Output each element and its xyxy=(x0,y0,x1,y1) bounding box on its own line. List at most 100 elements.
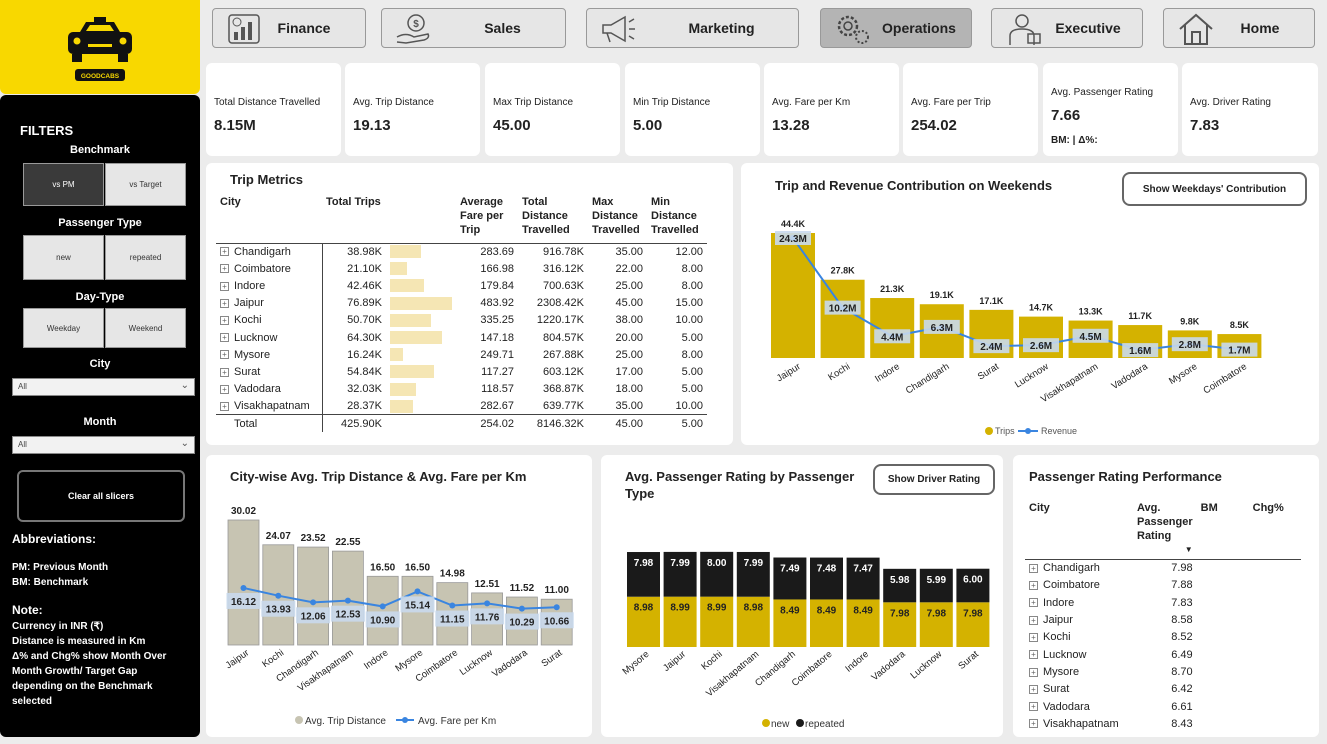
distance-bar-label: 16.50 xyxy=(405,562,430,573)
col-header[interactable]: City xyxy=(216,193,322,243)
city-name: Kochi xyxy=(234,314,262,327)
table-row[interactable]: + Indore 42.46K 179.84 700.63K 25.00 8.00 xyxy=(216,277,707,295)
table-row[interactable]: + Lucknow 6.49 xyxy=(1025,646,1301,663)
table-row[interactable]: + Kochi 50.70K 335.25 1220.17K 38.00 10.0… xyxy=(216,311,707,329)
day-type-weekend-button[interactable]: Weekend xyxy=(105,308,186,348)
table-row[interactable]: + Kochi 8.52 xyxy=(1025,629,1301,646)
expand-icon[interactable]: + xyxy=(220,333,229,343)
expand-icon[interactable]: + xyxy=(1029,719,1038,729)
nav-sales-label: Sales xyxy=(484,20,521,36)
distance-bar[interactable] xyxy=(366,575,399,646)
fare-point[interactable] xyxy=(449,602,456,609)
table-row[interactable]: + Indore 7.83 xyxy=(1025,594,1301,611)
max-cell: 45.00 xyxy=(615,297,643,310)
kpi-card: Avg. Trip Distance 19.13 xyxy=(345,63,480,156)
day-type-weekday-button[interactable]: Weekday xyxy=(23,308,104,348)
weekend-chart: 44.4K Jaipur 27.8K Kochi 21.3K Indore 19.1K Cha… xyxy=(771,219,1262,436)
fare-point[interactable] xyxy=(240,584,247,591)
benchmark-vs-pm-button[interactable]: vs PM xyxy=(23,163,104,206)
expand-icon[interactable]: + xyxy=(1029,598,1038,608)
expand-icon[interactable]: + xyxy=(220,401,229,411)
expand-icon[interactable]: + xyxy=(220,264,229,274)
table-row[interactable]: + Mysore 8.70 xyxy=(1025,663,1301,680)
city-cell: + Kochi xyxy=(1025,629,1133,646)
expand-icon[interactable]: + xyxy=(220,247,229,257)
col-header[interactable]: BM xyxy=(1197,499,1249,560)
col-header[interactable]: Total Distance Travelled xyxy=(518,193,588,243)
trips-bar-cell xyxy=(386,277,456,294)
nav-sales[interactable]: $ Sales xyxy=(381,8,566,48)
col-header[interactable]: Max Distance Travelled xyxy=(588,193,647,243)
rating-cell: 7.88 xyxy=(1171,579,1193,592)
clear-all-slicers-button[interactable]: Clear all slicers xyxy=(17,470,185,522)
trips-bar[interactable] xyxy=(771,233,815,358)
city-cell: + Jaipur xyxy=(1025,611,1133,628)
fare-point[interactable] xyxy=(518,605,525,612)
table-row[interactable]: + Surat 6.42 xyxy=(1025,681,1301,698)
new-rating-label: 7.98 xyxy=(927,608,947,619)
expand-icon[interactable]: + xyxy=(1029,581,1038,591)
col-header[interactable]: Chg% xyxy=(1249,499,1301,560)
table-row[interactable]: + Chandigarh 38.98K 283.69 916.78K 35.00 … xyxy=(216,243,707,261)
trips-bar-cell xyxy=(386,260,456,277)
fare-point[interactable] xyxy=(553,604,560,611)
nav-finance[interactable]: Finance xyxy=(212,8,366,48)
expand-icon[interactable]: + xyxy=(220,315,229,325)
fare-point[interactable] xyxy=(414,588,421,595)
col-header[interactable]: Min Distance Travelled xyxy=(647,193,707,243)
table-row[interactable]: + Visakhapatnam 8.43 xyxy=(1025,715,1301,732)
passenger-type-new-button[interactable]: new xyxy=(23,235,104,280)
fare-point[interactable] xyxy=(344,597,351,604)
expand-icon[interactable]: + xyxy=(220,384,229,394)
expand-icon[interactable]: + xyxy=(220,298,229,308)
expand-icon[interactable]: + xyxy=(1029,702,1038,712)
rating-cell: 8.43 xyxy=(1171,717,1193,730)
expand-icon[interactable]: + xyxy=(1029,563,1038,573)
nav-home[interactable]: Home xyxy=(1163,8,1315,48)
expand-icon[interactable]: + xyxy=(1029,632,1038,642)
nav-executive[interactable]: Executive xyxy=(991,8,1143,48)
col-header[interactable]: Total Trips xyxy=(322,193,456,243)
table-row[interactable]: + Lucknow 64.30K 147.18 804.57K 20.00 5.0… xyxy=(216,328,707,347)
distance-bar[interactable] xyxy=(297,546,329,646)
distance-bar-label: 24.07 xyxy=(266,531,291,542)
nav-operations[interactable]: Operations xyxy=(820,8,972,48)
expand-icon[interactable]: + xyxy=(220,281,229,291)
table-row[interactable]: + Coimbatore 7.88 xyxy=(1025,577,1301,594)
col-header[interactable]: City xyxy=(1025,499,1133,560)
table-row[interactable]: + Visakhapatnam 28.37K 282.67 639.77K 35.… xyxy=(216,397,707,415)
table-row[interactable]: + Coimbatore 21.10K 166.98 316.12K 22.00 … xyxy=(216,260,707,278)
min-cell: 10.00 xyxy=(675,400,703,413)
trips-bar[interactable] xyxy=(820,279,865,358)
col-header-sorted[interactable]: Avg. Passenger Rating ▼ xyxy=(1133,499,1197,560)
distance-cell: 316.12K xyxy=(543,262,584,275)
city-cell: + Kochi xyxy=(216,312,322,329)
table-row[interactable]: + Surat 54.84K 117.27 603.12K 17.00 5.00 xyxy=(216,363,707,381)
benchmark-vs-target-button[interactable]: vs Target xyxy=(105,163,186,206)
month-dropdown[interactable]: All ⌄ xyxy=(12,436,195,454)
table-row[interactable]: + Jaipur 76.89K 483.92 2308.42K 45.00 15.… xyxy=(216,294,707,312)
expand-icon[interactable]: + xyxy=(1029,667,1038,677)
nav-marketing[interactable]: Marketing xyxy=(586,8,799,48)
expand-icon[interactable]: + xyxy=(220,350,229,360)
note-line: depending on the Benchmark xyxy=(12,681,153,692)
passenger-type-repeated-button[interactable]: repeated xyxy=(105,235,186,280)
table-row[interactable]: + Vadodara 6.61 xyxy=(1025,698,1301,715)
table-row[interactable]: + Jaipur 8.58 xyxy=(1025,611,1301,628)
table-row[interactable]: + Mysore 16.24K 249.71 267.88K 25.00 8.00 xyxy=(216,346,707,364)
expand-icon[interactable]: + xyxy=(1029,684,1038,694)
distance-bar[interactable] xyxy=(227,519,260,646)
city-name: Mysore xyxy=(234,348,271,361)
fare-point[interactable] xyxy=(310,599,317,606)
city-dropdown[interactable]: All ⌄ xyxy=(12,378,195,396)
expand-icon[interactable]: + xyxy=(1029,650,1038,660)
expand-icon[interactable]: + xyxy=(1029,615,1038,625)
col-header[interactable]: Average Fare per Trip xyxy=(456,193,518,243)
table-row[interactable]: + Vadodara 32.03K 118.57 368.87K 18.00 5.… xyxy=(216,380,707,398)
fare-point[interactable] xyxy=(275,592,282,599)
fare-point[interactable] xyxy=(379,603,386,610)
fare-point[interactable] xyxy=(484,600,491,607)
fare-cell: 483.92 xyxy=(480,297,514,310)
expand-icon[interactable]: + xyxy=(220,367,229,377)
table-row[interactable]: + Chandigarh 7.98 xyxy=(1025,560,1301,577)
